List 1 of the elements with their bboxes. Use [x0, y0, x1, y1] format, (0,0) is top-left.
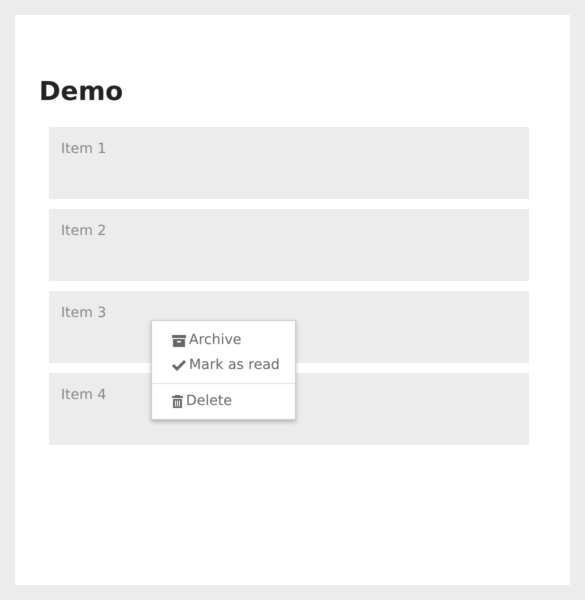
- page-title: Demo: [39, 76, 124, 109]
